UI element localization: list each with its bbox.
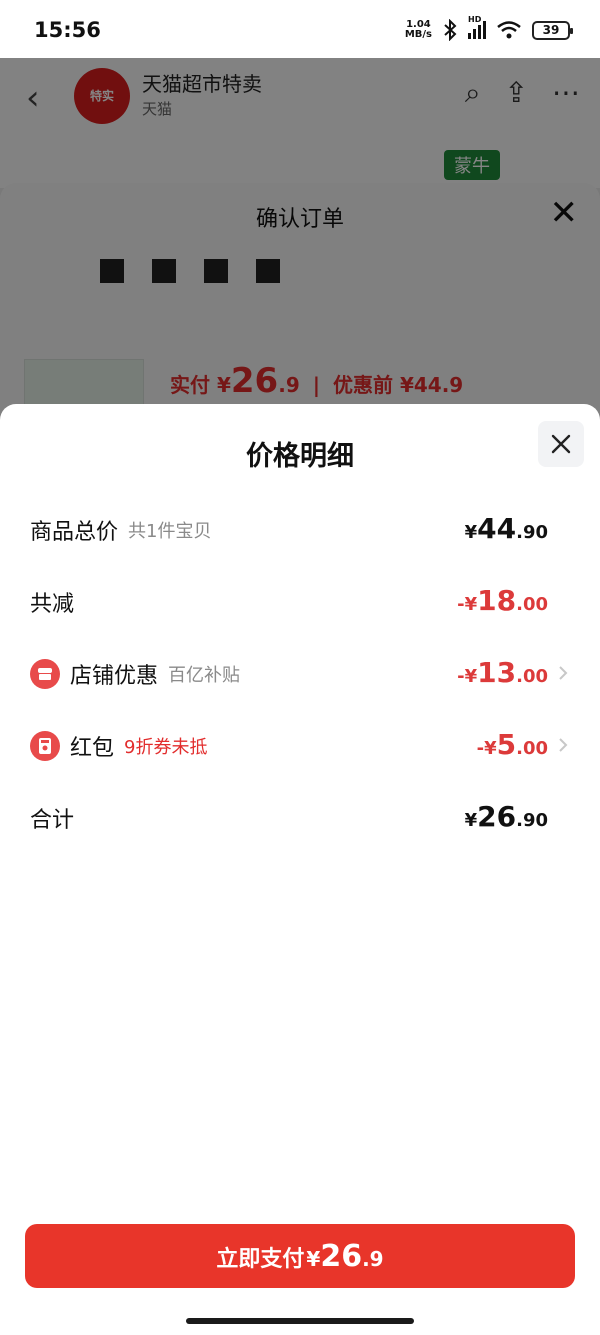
row-amount: - ¥5.00 bbox=[476, 728, 548, 761]
row-sublabel: 9折券未抵 bbox=[124, 737, 208, 758]
row-label: 合计 bbox=[30, 808, 75, 833]
network-speed: 1.04 MB/s bbox=[404, 19, 432, 40]
status-bar: 15:56 1.04 MB/s HD 39 bbox=[0, 0, 600, 58]
row-label: 店铺优惠 bbox=[70, 664, 159, 689]
chevron-right-icon bbox=[559, 738, 568, 752]
row-sublabel: 百亿补贴 bbox=[168, 665, 241, 686]
status-icons: 1.04 MB/s HD 39 bbox=[404, 15, 573, 43]
status-time: 15:56 bbox=[34, 18, 101, 42]
chevron-right-icon bbox=[559, 666, 568, 680]
row-amount: ¥26.90 bbox=[464, 800, 548, 833]
row-goods-total: 商品总价 共1件宝贝 ¥44.90 bbox=[30, 508, 570, 552]
row-sublabel: 共1件宝贝 bbox=[128, 521, 212, 542]
battery-icon: 39 bbox=[532, 20, 573, 40]
wifi-icon bbox=[497, 21, 521, 39]
row-grand-total: 合计 ¥26.90 bbox=[30, 796, 570, 840]
home-indicator[interactable] bbox=[186, 1318, 414, 1324]
row-amount: - ¥13.00 bbox=[457, 656, 548, 689]
bluetooth-icon bbox=[444, 19, 457, 41]
cellular-signal-icon: HD bbox=[468, 15, 486, 39]
row-total-discount: 共减 - ¥18.00 bbox=[30, 580, 570, 624]
row-label: 共减 bbox=[30, 592, 75, 617]
row-label: 红包 bbox=[70, 736, 115, 761]
price-detail-sheet: 价格明细 商品总价 共1件宝贝 ¥44.90 共减 - ¥18.00 店铺优惠 百… bbox=[0, 404, 600, 1335]
row-red-packet[interactable]: 红包 9折券未抵 - ¥5.00 bbox=[30, 724, 570, 768]
row-amount: - ¥18.00 bbox=[457, 584, 548, 617]
close-button[interactable] bbox=[538, 421, 584, 467]
sheet-title: 价格明细 bbox=[246, 441, 354, 472]
red-packet-icon bbox=[30, 731, 60, 761]
row-amount: ¥44.90 bbox=[464, 512, 548, 545]
store-icon bbox=[30, 659, 60, 689]
close-icon bbox=[551, 434, 571, 454]
pay-now-button[interactable]: 立即支付 ¥ 26 .9 bbox=[25, 1224, 575, 1288]
row-label: 商品总价 bbox=[30, 520, 119, 545]
row-store-discount[interactable]: 店铺优惠 百亿补贴 - ¥13.00 bbox=[30, 652, 570, 696]
